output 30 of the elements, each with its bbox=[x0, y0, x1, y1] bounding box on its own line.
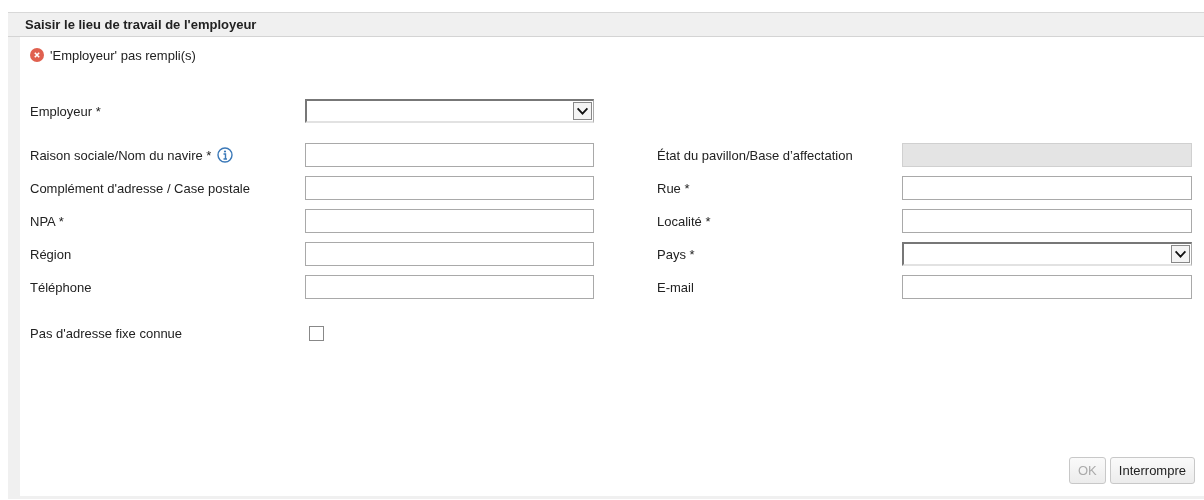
info-icon[interactable] bbox=[217, 147, 234, 163]
caret-icon bbox=[1171, 245, 1190, 263]
field-label: Pays * bbox=[657, 246, 695, 262]
text-field[interactable] bbox=[902, 176, 1192, 200]
field-label: État du pavillon/Base d’affectation bbox=[657, 147, 853, 163]
field-label: Complément d'adresse / Case postale bbox=[30, 180, 250, 196]
error-icon bbox=[30, 48, 44, 62]
field-label: Raison sociale/Nom du navire * bbox=[30, 147, 212, 163]
field-label: Rue * bbox=[657, 180, 690, 196]
caret-icon bbox=[573, 102, 592, 120]
field-label: Téléphone bbox=[30, 279, 92, 295]
dropdown-field[interactable] bbox=[902, 242, 1192, 266]
field-label: Localité * bbox=[657, 213, 711, 229]
checkbox-label: Pas d'adresse fixe connue bbox=[30, 325, 183, 341]
field-label: Région bbox=[30, 246, 72, 262]
dialog-button[interactable]: Interrompre bbox=[1109, 457, 1195, 484]
text-field[interactable] bbox=[305, 275, 594, 299]
dropdown-field[interactable] bbox=[305, 99, 594, 123]
text-field[interactable] bbox=[305, 209, 594, 233]
dialog-title: Saisir le lieu de travail de l'employeur bbox=[25, 17, 257, 32]
text-field[interactable] bbox=[902, 275, 1192, 299]
field-label: E-mail bbox=[657, 279, 694, 295]
text-field[interactable] bbox=[305, 143, 594, 167]
field-label: Employeur * bbox=[30, 103, 101, 119]
text-field[interactable] bbox=[305, 176, 594, 200]
checkbox[interactable] bbox=[309, 325, 324, 341]
field-label: NPA * bbox=[30, 213, 64, 229]
text-field[interactable] bbox=[902, 209, 1192, 233]
error-message: 'Employeur' pas rempli(s) bbox=[50, 47, 196, 63]
text-field[interactable] bbox=[305, 242, 594, 266]
